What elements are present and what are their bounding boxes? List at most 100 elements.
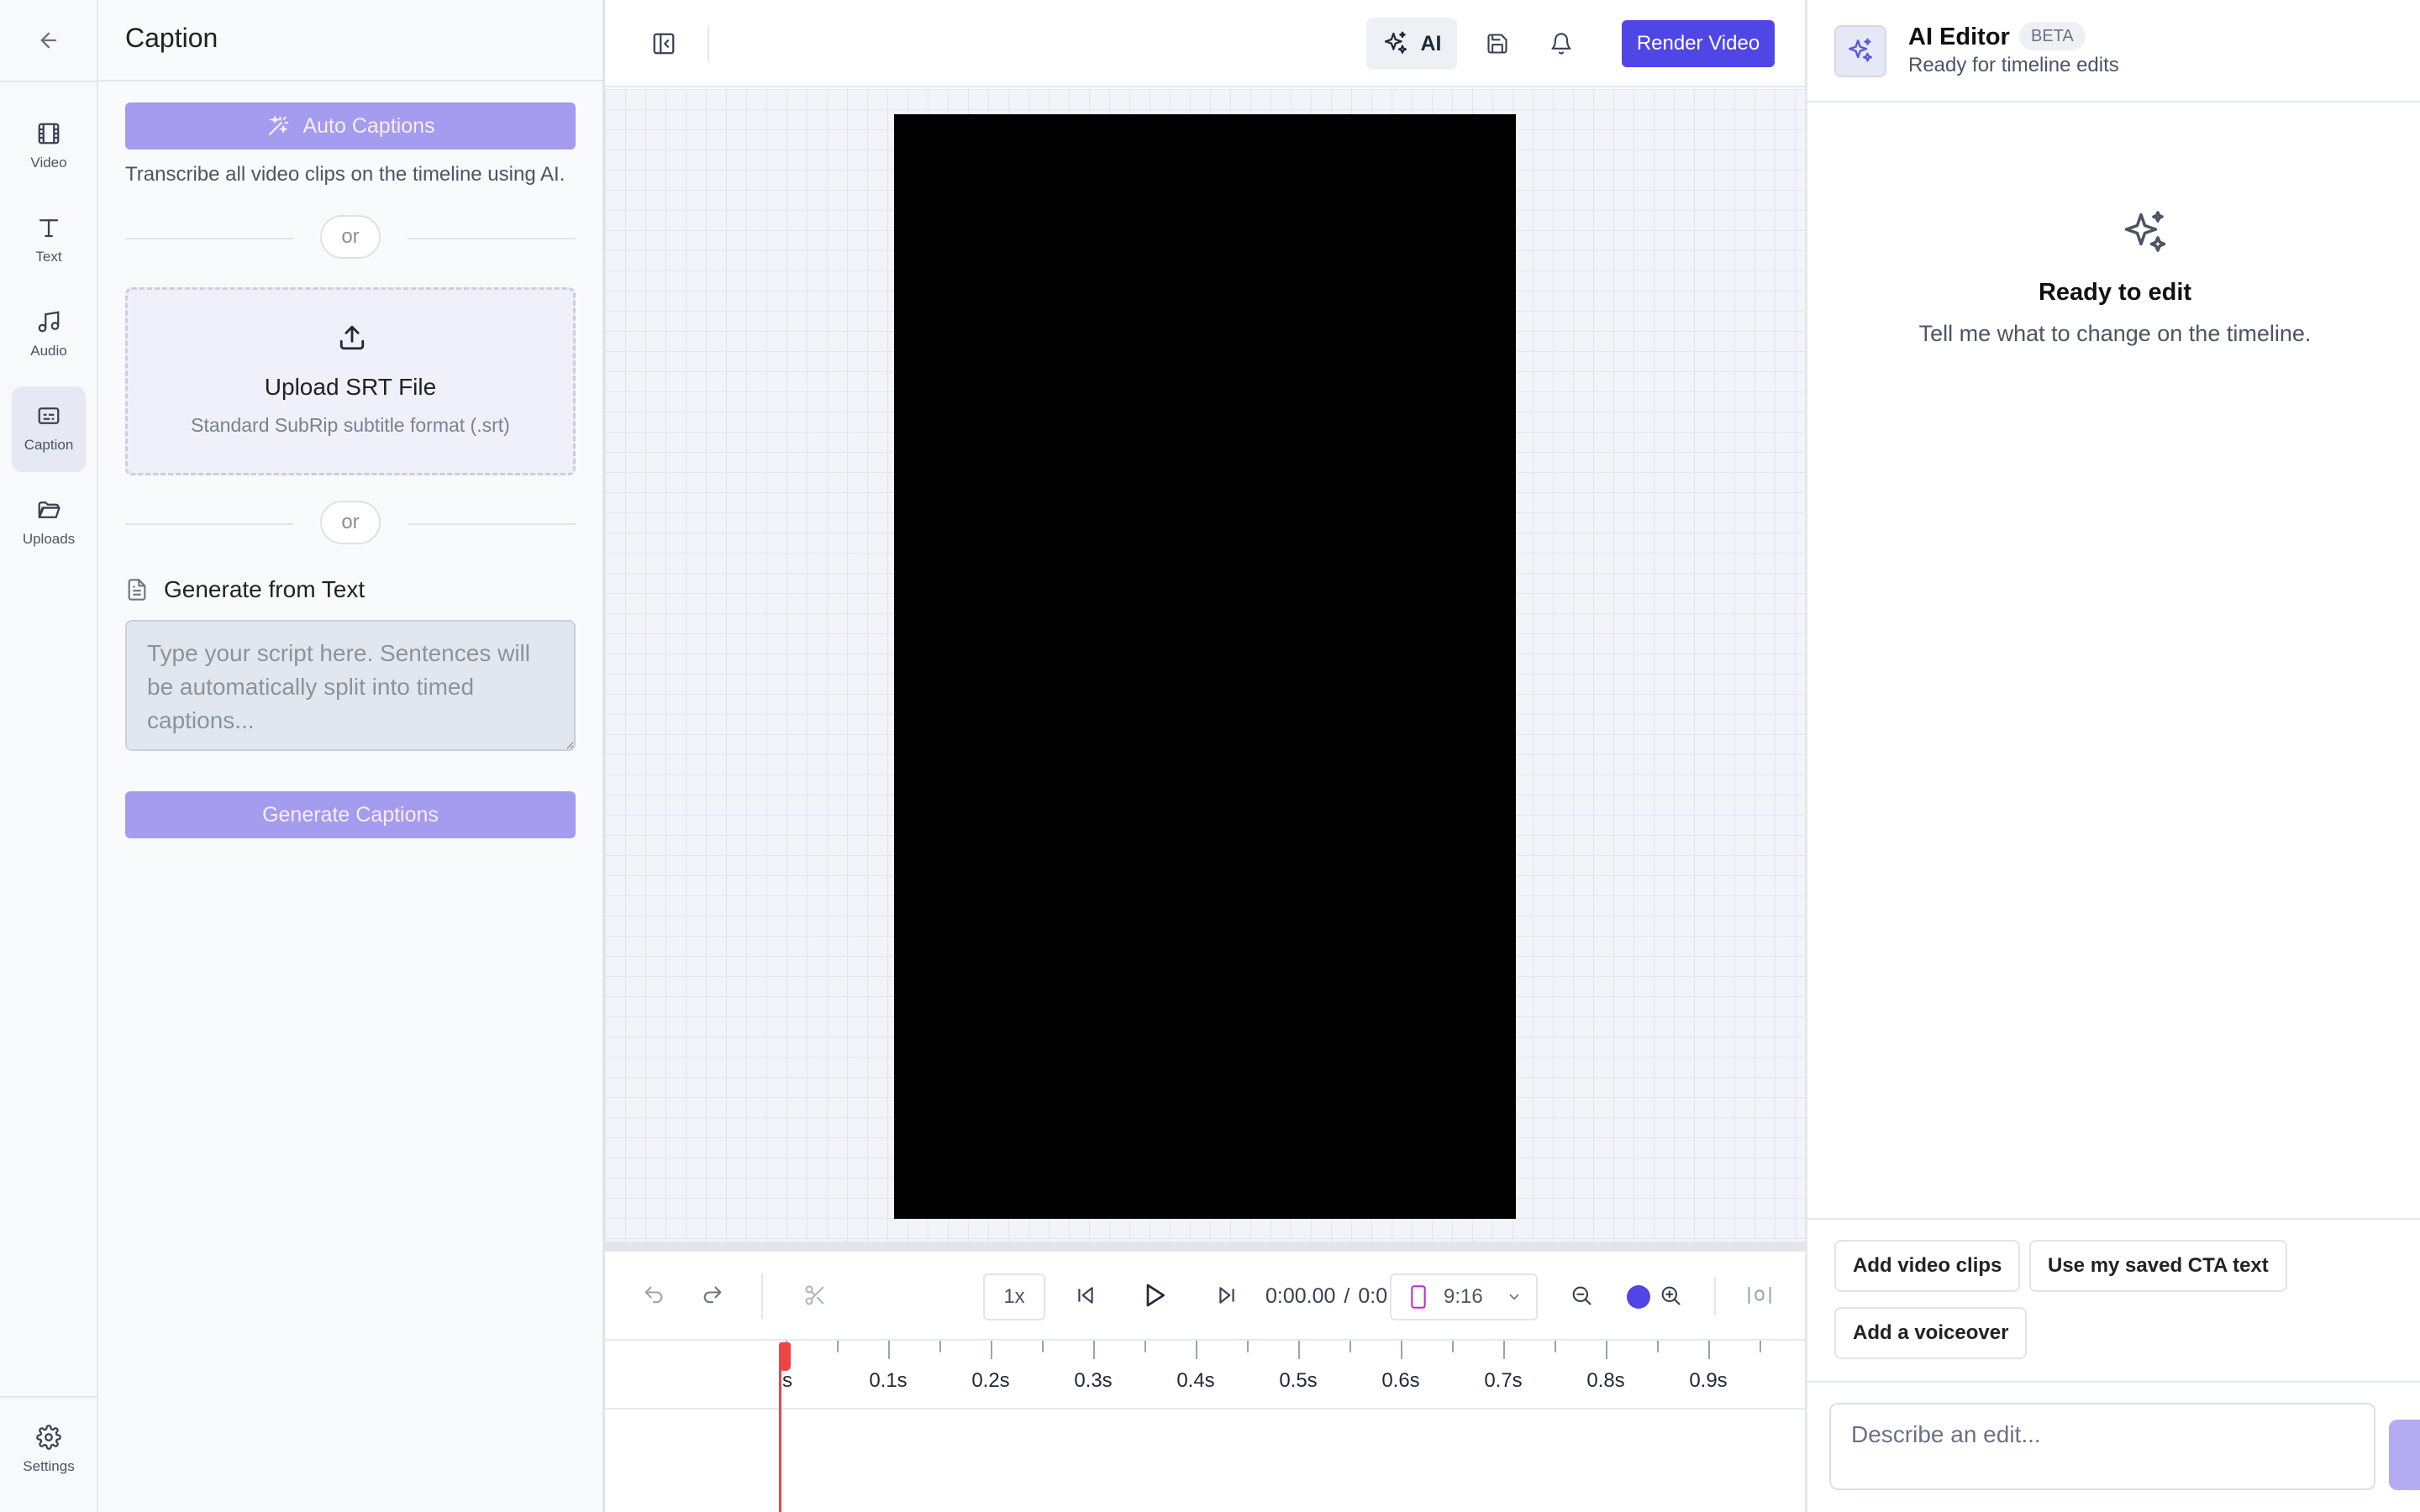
upload-srt-dropzone[interactable]: Upload SRT File Standard SubRip subtitle…: [125, 287, 576, 475]
toggle-panel-button[interactable]: [649, 29, 679, 59]
suggestion-chip[interactable]: Add a voiceover: [1834, 1307, 2028, 1359]
ruler-tick-label: 0.1s: [869, 1369, 908, 1392]
ruler-minor-tick: [1452, 1341, 1454, 1352]
arrow-left-icon: [40, 32, 57, 49]
ai-toggle-button[interactable]: AI: [1366, 18, 1457, 70]
gear-icon: [36, 1425, 61, 1450]
aspect-ratio-select[interactable]: 9:16: [1390, 1273, 1538, 1320]
or-divider: or: [125, 501, 576, 548]
sidebar-collapse-icon: [653, 33, 675, 55]
video-preview[interactable]: [894, 114, 1516, 1219]
send-button[interactable]: [2389, 1420, 2420, 1490]
caption-panel: Caption Auto Captions Transcribe all vid…: [98, 0, 605, 1512]
skip-forward-icon: [1219, 1287, 1234, 1304]
upload-icon: [339, 325, 365, 350]
play-button[interactable]: [1138, 1278, 1171, 1312]
rail-item-uploads[interactable]: Uploads: [12, 480, 86, 566]
upload-title: Upload SRT File: [264, 374, 437, 400]
playhead-line: [779, 1344, 781, 1512]
auto-captions-label: Auto Captions: [302, 113, 435, 138]
current-time: 0:00.00: [1265, 1284, 1336, 1308]
ruler-tick-label: 0.8s: [1586, 1369, 1625, 1392]
suggestion-chip[interactable]: Add video clips: [1834, 1240, 2021, 1292]
redo-button[interactable]: [697, 1280, 728, 1310]
zoom-out-button[interactable]: [1566, 1280, 1597, 1310]
rail-label: Caption: [24, 437, 74, 453]
phone-portrait-icon: [1411, 1285, 1426, 1309]
time-separator: /: [1344, 1284, 1350, 1308]
bell-icon: [1551, 33, 1571, 55]
ruler-tick: [1093, 1341, 1095, 1359]
fit-timeline-button[interactable]: [1743, 1280, 1776, 1310]
ruler-tick: [1401, 1341, 1402, 1359]
skip-back-icon: [1078, 1287, 1093, 1304]
ruler-tick: [1503, 1341, 1505, 1359]
playback-speed-button[interactable]: 1x: [983, 1273, 1045, 1320]
generate-from-text-heading: Generate from Text: [125, 575, 365, 605]
toolbar-divider: [708, 27, 709, 60]
ai-editor-title: AI Editor: [1908, 24, 2010, 50]
caption-icon: [38, 407, 60, 424]
rail-label: Settings: [23, 1458, 75, 1474]
ai-editor-header: AI Editor BETA Ready for timeline edits: [1807, 0, 2420, 102]
zoom-slider-handle[interactable]: [1627, 1285, 1650, 1309]
film-icon: [38, 123, 60, 144]
back-button[interactable]: [28, 24, 70, 57]
ruler-minor-tick: [1657, 1341, 1659, 1352]
ruler-tick: [1708, 1341, 1710, 1359]
sparkles-icon: [1849, 38, 1872, 62]
floppy-disk-icon: [1487, 34, 1507, 54]
rail-divider: [0, 81, 98, 82]
skip-forward-button[interactable]: [1212, 1280, 1242, 1310]
ruler-tick-label: 0.7s: [1484, 1369, 1523, 1392]
ai-editor-avatar: [1834, 25, 1886, 77]
ruler-tick: [1196, 1341, 1197, 1359]
ai-editor-panel: AI Editor BETA Ready for timeline edits …: [1805, 0, 2420, 1512]
ruler-tick: [991, 1341, 992, 1359]
undo-button[interactable]: [639, 1280, 669, 1310]
ruler-minor-tick: [1555, 1341, 1556, 1352]
ruler-minor-tick: [1349, 1341, 1351, 1352]
sparkles-icon: [2124, 211, 2166, 252]
or-divider: or: [125, 215, 576, 262]
skip-back-button[interactable]: [1071, 1280, 1101, 1310]
ruler-tick: [1606, 1341, 1607, 1359]
save-button[interactable]: [1482, 29, 1512, 59]
zoom-out-icon: [1572, 1286, 1591, 1305]
ruler-tick-label: 0.4s: [1176, 1369, 1215, 1392]
render-video-button[interactable]: Render Video: [1622, 20, 1775, 67]
scissors-icon: [805, 1285, 824, 1305]
rail-item-settings[interactable]: Settings: [12, 1408, 86, 1494]
rail-label: Text: [35, 249, 62, 265]
timeline-tracks[interactable]: [605, 1410, 1805, 1512]
input-divider: [1807, 1381, 2420, 1383]
split-button[interactable]: [800, 1280, 830, 1310]
sparkles-icon: [1384, 31, 1407, 54]
music-note-icon: [38, 311, 60, 333]
script-textarea[interactable]: [125, 620, 576, 751]
ruler-minor-tick: [1247, 1341, 1249, 1352]
suggestion-chip[interactable]: Use my saved CTA text: [2029, 1240, 2287, 1292]
rail-bottom-divider: [0, 1396, 98, 1398]
edit-prompt-input[interactable]: Describe an edit...: [1829, 1403, 2375, 1490]
notifications-button[interactable]: [1546, 29, 1576, 59]
ruler-minor-tick: [939, 1341, 941, 1352]
fit-width-icon: [1748, 1286, 1771, 1305]
ruler-minor-tick: [1144, 1341, 1146, 1352]
ruler-tick: [888, 1341, 890, 1359]
rail-item-video[interactable]: Video: [12, 104, 86, 190]
left-rail: Video Text Audio Caption Uploads Setting…: [0, 0, 98, 1512]
redo-icon: [703, 1286, 722, 1304]
rail-item-caption[interactable]: Caption: [12, 386, 86, 472]
timeline-resize-handle[interactable]: [605, 1242, 1805, 1252]
rail-item-text[interactable]: Text: [12, 198, 86, 284]
text-icon: [39, 219, 59, 238]
generate-captions-button[interactable]: Generate Captions: [125, 791, 576, 838]
zoom-in-button[interactable]: [1655, 1280, 1686, 1310]
ruler-minor-tick: [1042, 1341, 1044, 1352]
panel-title: Caption: [125, 23, 218, 53]
generate-heading-label: Generate from Text: [164, 576, 366, 602]
auto-captions-button[interactable]: Auto Captions: [125, 102, 576, 150]
rail-item-audio[interactable]: Audio: [12, 292, 86, 378]
empty-state-description: Tell me what to change on the timeline.: [1918, 321, 2312, 346]
